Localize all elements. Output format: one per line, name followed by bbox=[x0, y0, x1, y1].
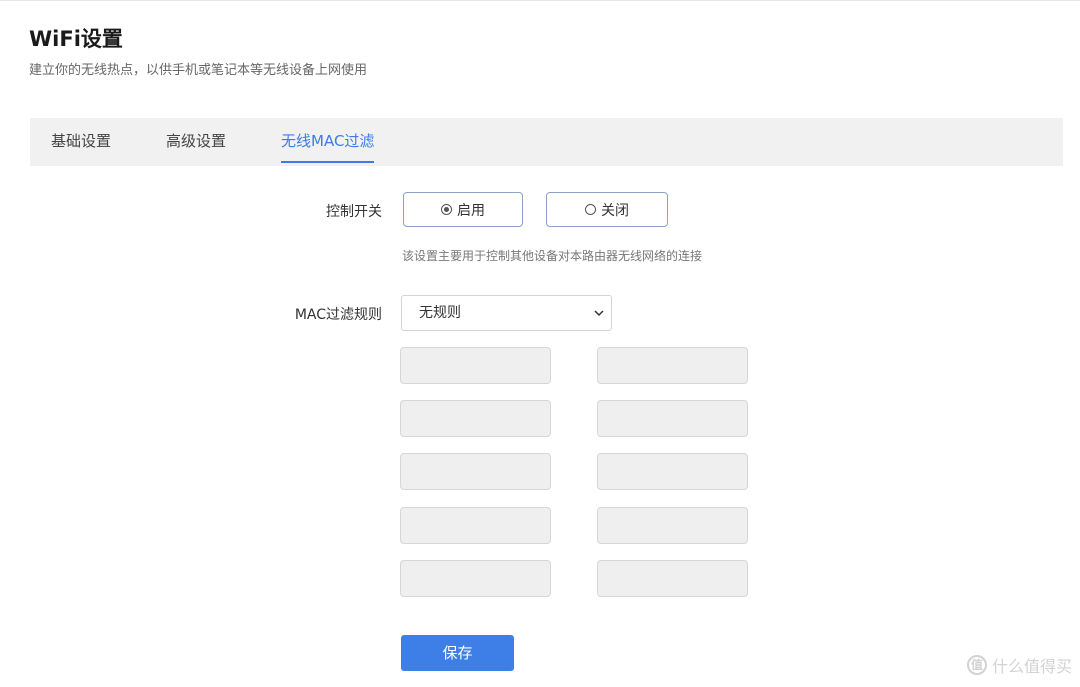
mac-address-input[interactable] bbox=[597, 347, 748, 384]
mac-address-input[interactable] bbox=[400, 560, 551, 597]
page-subtitle: 建立你的无线热点，以供手机或笔记本等无线设备上网使用 bbox=[29, 63, 368, 78]
mac-address-input[interactable] bbox=[400, 347, 551, 384]
radio-enable-label: 启用 bbox=[457, 202, 485, 219]
mac-address-input[interactable] bbox=[597, 560, 748, 597]
radio-disable-label: 关闭 bbox=[601, 202, 629, 219]
watermark-text: 什么值得买 bbox=[991, 657, 1072, 676]
control-switch-label: 控制开关 bbox=[326, 204, 382, 220]
mac-address-input[interactable] bbox=[597, 507, 748, 544]
mac-address-input[interactable] bbox=[597, 400, 748, 437]
watermark: 值 什么值得买 bbox=[966, 653, 1072, 677]
watermark-logo-icon: 值 bbox=[966, 655, 987, 675]
radio-disable-button[interactable]: 关闭 bbox=[546, 192, 668, 227]
radio-enable-button[interactable]: 启用 bbox=[403, 192, 523, 227]
control-switch-hint: 该设置主要用于控制其他设备对本路由器无线网络的连接 bbox=[402, 249, 703, 263]
radio-checked-icon bbox=[441, 204, 452, 215]
top-divider bbox=[0, 0, 1080, 1]
mac-filter-rule-select[interactable]: 无规则 bbox=[401, 295, 612, 331]
chevron-down-icon bbox=[594, 310, 604, 317]
save-button[interactable]: 保存 bbox=[401, 635, 514, 671]
mac-address-input[interactable] bbox=[400, 453, 551, 490]
tab-basic-settings[interactable]: 基础设置 bbox=[51, 118, 111, 166]
tab-wireless-mac-filter[interactable]: 无线MAC过滤 bbox=[281, 118, 375, 166]
tab-bar: 基础设置 高级设置 无线MAC过滤 bbox=[30, 118, 1063, 166]
mac-address-input[interactable] bbox=[400, 507, 551, 544]
page-title: WiFi设置 bbox=[29, 27, 123, 51]
radio-unchecked-icon bbox=[585, 204, 596, 215]
mac-filter-rule-selected: 无规则 bbox=[419, 305, 461, 321]
tab-advanced-settings[interactable]: 高级设置 bbox=[166, 118, 226, 166]
mac-filter-rule-label: MAC过滤规则 bbox=[294, 307, 382, 323]
mac-address-input[interactable] bbox=[597, 453, 748, 490]
mac-address-input[interactable] bbox=[400, 400, 551, 437]
